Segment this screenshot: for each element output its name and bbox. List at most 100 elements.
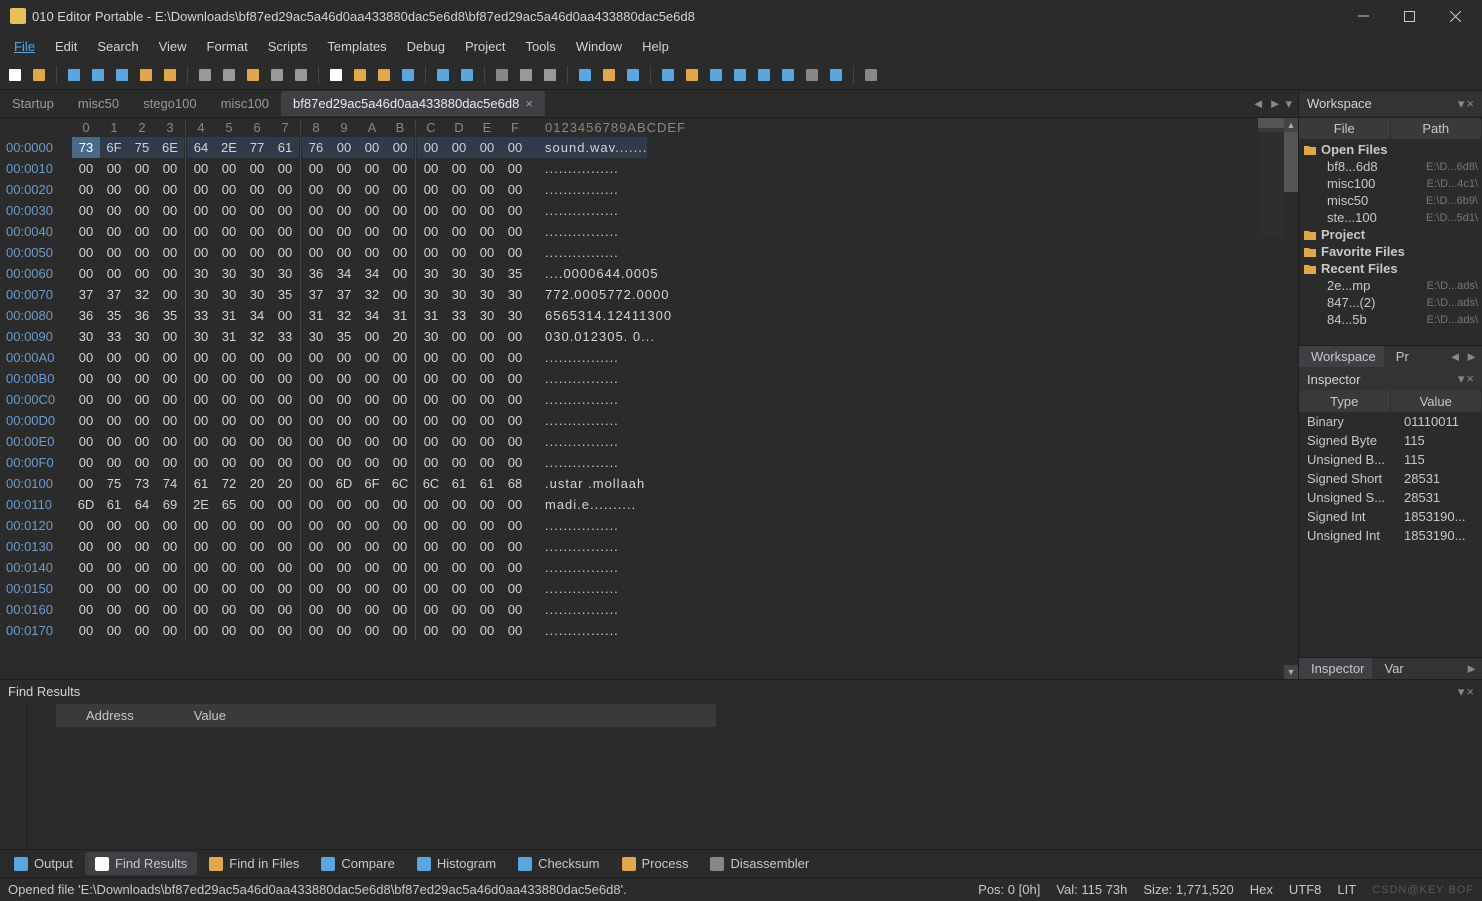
- hex-byte[interactable]: 30: [417, 263, 445, 284]
- hex-byte[interactable]: 00: [445, 494, 473, 515]
- hex-byte[interactable]: 00: [187, 410, 215, 431]
- hex-byte[interactable]: 00: [72, 410, 100, 431]
- hex-row[interactable]: 00:0080363536353331340031323431313330306…: [0, 305, 1298, 326]
- hex-byte[interactable]: 00: [473, 326, 501, 347]
- hex-ascii[interactable]: madi.e..........: [529, 494, 636, 515]
- inspector-row[interactable]: Signed Short28531: [1299, 469, 1482, 488]
- hex-byte[interactable]: 00: [72, 620, 100, 641]
- hex-byte[interactable]: 68: [501, 473, 529, 494]
- hex-byte[interactable]: 00: [473, 347, 501, 368]
- hex-byte[interactable]: 00: [358, 389, 386, 410]
- hex-byte[interactable]: 00: [187, 200, 215, 221]
- toolbar-button-34[interactable]: [729, 64, 751, 86]
- hex-row[interactable]: 00:00A000000000000000000000000000000000.…: [0, 347, 1298, 368]
- hex-byte[interactable]: 35: [330, 326, 358, 347]
- toolbar-button-16[interactable]: [349, 64, 371, 86]
- hex-byte[interactable]: 00: [156, 599, 184, 620]
- hex-byte[interactable]: 00: [187, 599, 215, 620]
- hex-byte[interactable]: 00: [417, 368, 445, 389]
- hex-byte[interactable]: 00: [271, 221, 299, 242]
- hex-editor[interactable]: 0123456789ABCDEF 0123456789ABCDEF 00:000…: [0, 118, 1298, 679]
- hex-byte[interactable]: 00: [330, 158, 358, 179]
- hex-byte[interactable]: 00: [72, 473, 100, 494]
- status-endian[interactable]: LIT: [1337, 882, 1356, 897]
- hex-byte[interactable]: 00: [330, 137, 358, 158]
- inspector-row[interactable]: Unsigned Int1853190...: [1299, 526, 1482, 545]
- hex-byte[interactable]: 00: [243, 179, 271, 200]
- hex-byte[interactable]: 00: [215, 242, 243, 263]
- hex-byte[interactable]: 30: [501, 284, 529, 305]
- scroll-up-icon[interactable]: ▲: [1284, 118, 1298, 132]
- hex-byte[interactable]: 00: [72, 242, 100, 263]
- hex-byte[interactable]: 00: [358, 347, 386, 368]
- hex-byte[interactable]: 00: [302, 221, 330, 242]
- hex-byte[interactable]: 00: [501, 410, 529, 431]
- hex-byte[interactable]: 00: [187, 431, 215, 452]
- hex-byte[interactable]: 6C: [417, 473, 445, 494]
- hex-byte[interactable]: 00: [417, 347, 445, 368]
- hex-byte[interactable]: 00: [330, 410, 358, 431]
- hex-byte[interactable]: 00: [445, 221, 473, 242]
- hex-byte[interactable]: 00: [271, 515, 299, 536]
- maximize-button[interactable]: [1386, 0, 1432, 32]
- tab-variables[interactable]: Var: [1372, 658, 1411, 679]
- hex-byte[interactable]: 00: [445, 599, 473, 620]
- hex-byte[interactable]: 00: [187, 620, 215, 641]
- hex-byte[interactable]: 00: [72, 578, 100, 599]
- tab-inspector[interactable]: Inspector: [1299, 658, 1372, 679]
- tree-section[interactable]: Project: [1299, 226, 1482, 243]
- hex-byte[interactable]: 00: [128, 557, 156, 578]
- hex-row[interactable]: 00:013000000000000000000000000000000000.…: [0, 536, 1298, 557]
- hex-byte[interactable]: 2E: [187, 494, 215, 515]
- hex-byte[interactable]: 00: [473, 221, 501, 242]
- hex-byte[interactable]: 00: [386, 263, 414, 284]
- hex-byte[interactable]: 00: [215, 599, 243, 620]
- hex-byte[interactable]: 30: [501, 305, 529, 326]
- hex-row[interactable]: 00:003000000000000000000000000000000000.…: [0, 200, 1298, 221]
- hex-byte[interactable]: 00: [501, 431, 529, 452]
- hex-byte[interactable]: 00: [501, 515, 529, 536]
- toolbar-button-33[interactable]: [705, 64, 727, 86]
- toolbar-button-27[interactable]: [574, 64, 596, 86]
- hex-byte[interactable]: 00: [473, 410, 501, 431]
- toolbar-button-10[interactable]: [218, 64, 240, 86]
- hex-byte[interactable]: 00: [473, 200, 501, 221]
- tree-section[interactable]: Recent Files: [1299, 260, 1482, 277]
- hex-byte[interactable]: 00: [386, 179, 414, 200]
- hex-byte[interactable]: 00: [445, 242, 473, 263]
- hex-byte[interactable]: 31: [215, 305, 243, 326]
- hex-byte[interactable]: 00: [386, 221, 414, 242]
- hex-byte[interactable]: 00: [271, 452, 299, 473]
- hex-byte[interactable]: 00: [187, 368, 215, 389]
- hex-byte[interactable]: 00: [358, 242, 386, 263]
- hex-byte[interactable]: 37: [330, 284, 358, 305]
- inspector-row[interactable]: Unsigned B...115: [1299, 450, 1482, 469]
- hex-byte[interactable]: 75: [100, 473, 128, 494]
- hex-byte[interactable]: 00: [271, 431, 299, 452]
- hex-byte[interactable]: 00: [473, 158, 501, 179]
- hex-byte[interactable]: 00: [302, 578, 330, 599]
- hex-byte[interactable]: 00: [417, 536, 445, 557]
- menu-view[interactable]: View: [149, 35, 197, 58]
- panel-menu-icon[interactable]: ▾: [1458, 96, 1465, 112]
- hex-byte[interactable]: 00: [187, 221, 215, 242]
- status-hex[interactable]: Hex: [1250, 882, 1273, 897]
- hex-byte[interactable]: 00: [501, 137, 529, 158]
- hex-byte[interactable]: 61: [187, 473, 215, 494]
- hex-byte[interactable]: 00: [386, 347, 414, 368]
- file-tab[interactable]: Startup: [0, 91, 66, 116]
- hex-ascii[interactable]: ................: [529, 347, 619, 368]
- hex-byte[interactable]: 00: [100, 347, 128, 368]
- hex-byte[interactable]: 00: [473, 242, 501, 263]
- hex-byte[interactable]: 00: [187, 557, 215, 578]
- toolbar-button-38[interactable]: [825, 64, 847, 86]
- status-encoding[interactable]: UTF8: [1289, 882, 1322, 897]
- hex-byte[interactable]: 30: [271, 263, 299, 284]
- hex-byte[interactable]: 00: [100, 221, 128, 242]
- hex-byte[interactable]: 00: [501, 179, 529, 200]
- hex-byte[interactable]: 00: [445, 578, 473, 599]
- toolbar-button-9[interactable]: [194, 64, 216, 86]
- hex-byte[interactable]: 00: [128, 200, 156, 221]
- hex-byte[interactable]: 00: [243, 158, 271, 179]
- inspector-col-value[interactable]: Value: [1391, 391, 1482, 412]
